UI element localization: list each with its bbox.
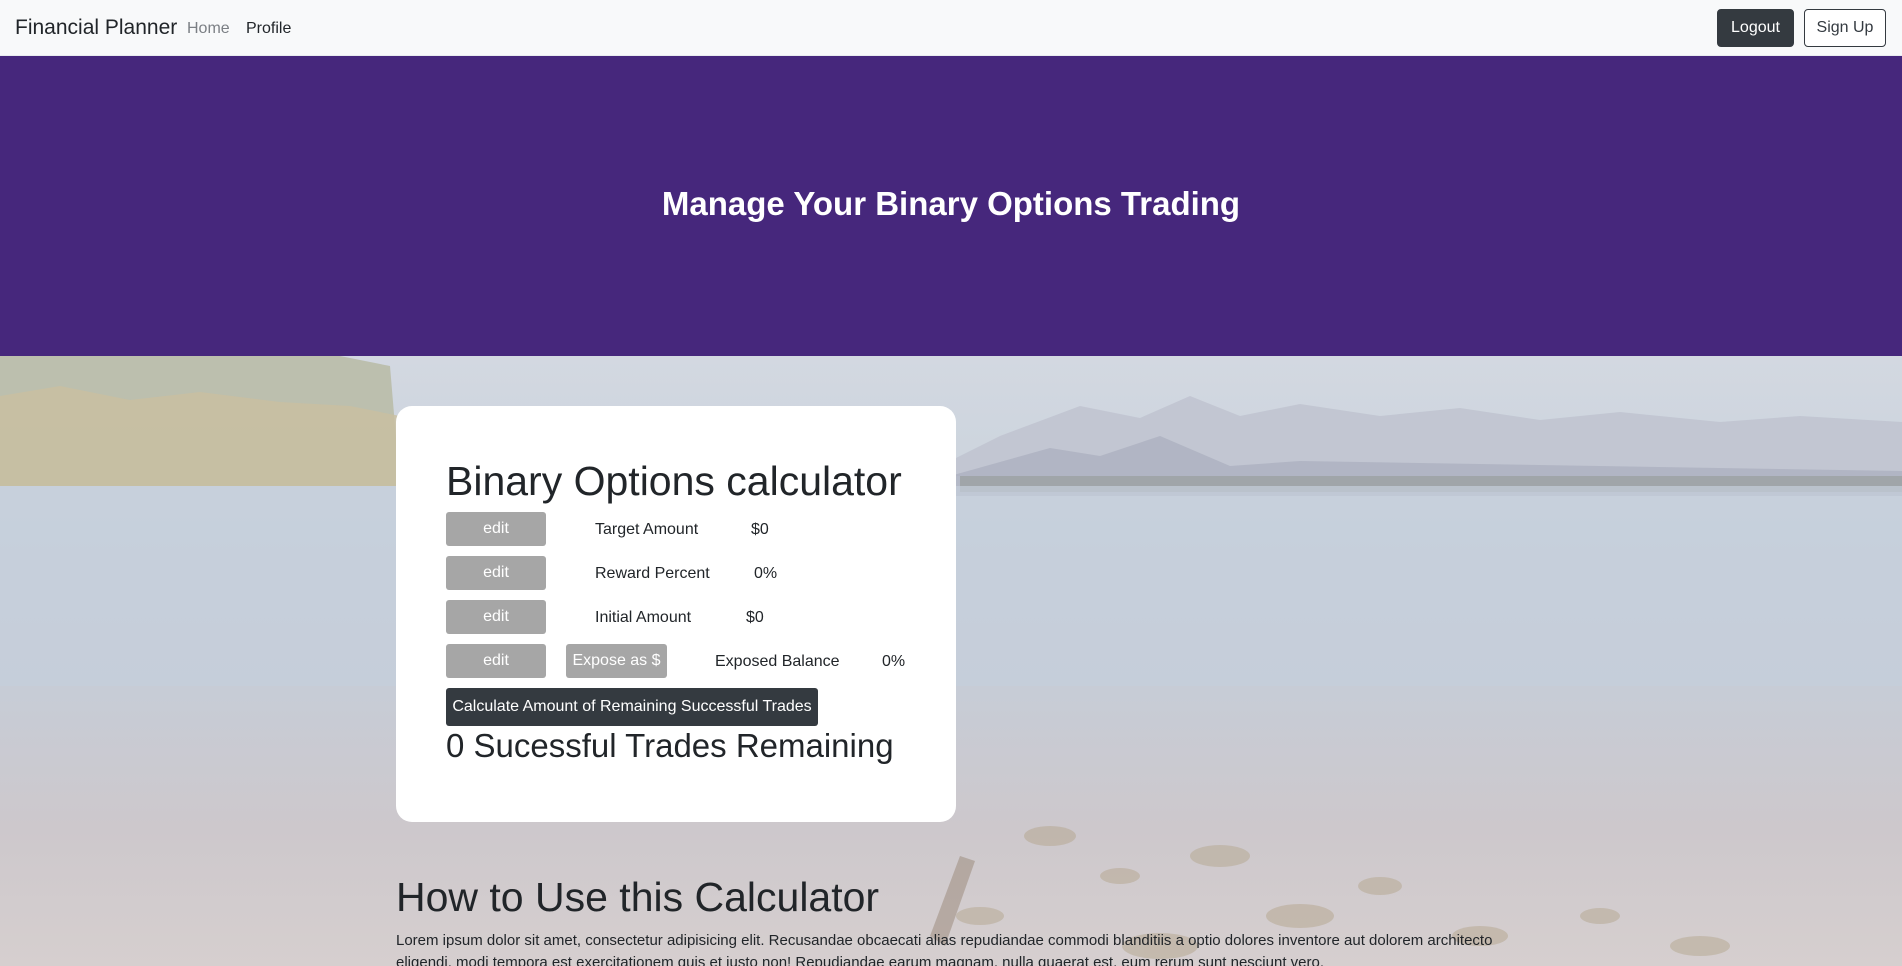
target-amount-value: $0	[751, 521, 769, 538]
hero-title: Manage Your Binary Options Trading	[661, 185, 1241, 222]
brand-logo[interactable]: Financial Planner	[15, 16, 177, 40]
exposed-balance-label: Exposed Balance	[715, 653, 840, 670]
edit-exposed-balance-button[interactable]: edit	[446, 644, 546, 678]
logout-button[interactable]: Logout	[1717, 9, 1794, 47]
signup-button[interactable]: Sign Up	[1804, 9, 1886, 47]
calculator-title: Binary Options calculator	[446, 458, 902, 504]
edit-initial-amount-button[interactable]: edit	[446, 600, 546, 634]
initial-amount-label: Initial Amount	[595, 609, 692, 626]
edit-reward-percent-button[interactable]: edit	[446, 556, 546, 590]
howto-text: Lorem ipsum dolor sit amet, consectetur …	[396, 932, 1493, 966]
reward-percent-value: 0%	[754, 565, 778, 582]
nav-link-profile[interactable]: Profile	[246, 19, 291, 39]
edit-target-amount-button[interactable]: edit	[446, 512, 546, 546]
reward-percent-label: Reward Percent	[595, 565, 710, 582]
expose-as-dollar-button[interactable]: Expose as $	[566, 644, 667, 678]
howto-title: How to Use this Calculator	[396, 874, 880, 920]
exposed-balance-value: 0%	[882, 653, 906, 670]
navbar: Financial Planner Home Profile Logout Si…	[0, 0, 1902, 56]
target-amount-label: Target Amount	[595, 521, 699, 538]
calculate-trades-button[interactable]: Calculate Amount of Remaining Successful…	[446, 688, 818, 726]
nav-link-home[interactable]: Home	[187, 19, 230, 39]
initial-amount-value: $0	[746, 609, 764, 626]
remaining-trades-result: 0 Sucessful Trades Remaining	[446, 727, 894, 764]
calculator-card: Binary Options calculator edit Target Am…	[396, 406, 956, 822]
